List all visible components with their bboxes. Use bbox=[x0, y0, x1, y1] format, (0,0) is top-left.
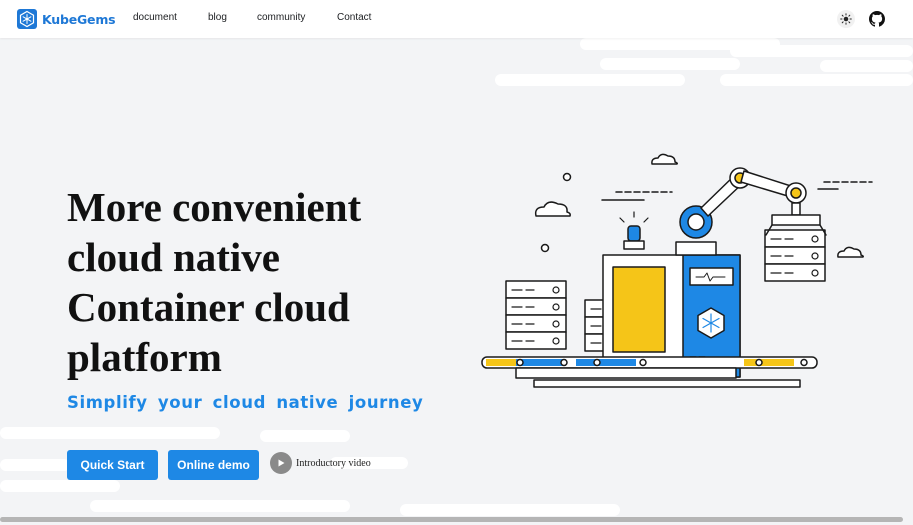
cloud-strip bbox=[720, 74, 913, 86]
cloud-icon bbox=[534, 201, 571, 217]
nav-link-contact[interactable]: Contact bbox=[337, 12, 371, 23]
kubegems-logo-icon bbox=[17, 9, 37, 29]
hero-title-line: Container cloud bbox=[67, 284, 350, 330]
cloud-icon bbox=[651, 153, 678, 165]
online-demo-button[interactable]: Online demo bbox=[168, 450, 259, 480]
cloud-strip bbox=[495, 74, 685, 86]
cloud-strip bbox=[600, 58, 740, 70]
introductory-video-link[interactable]: Introductory video bbox=[270, 452, 371, 474]
nav-link-blog[interactable]: blog bbox=[208, 12, 227, 23]
play-icon bbox=[270, 452, 292, 474]
cloud-icon bbox=[837, 246, 864, 258]
cloud-strip bbox=[400, 504, 620, 516]
hero-title-line: cloud native bbox=[67, 234, 280, 280]
cloud-strip bbox=[730, 45, 913, 57]
quick-start-button[interactable]: Quick Start bbox=[67, 450, 158, 480]
cloud-strip bbox=[90, 500, 350, 512]
cloud-strip bbox=[260, 430, 350, 442]
hero-subtitle: Simplify your cloud native journey bbox=[67, 393, 424, 412]
cloud-strip bbox=[0, 459, 70, 471]
video-link-label: Introductory video bbox=[296, 457, 371, 469]
nav-link-community[interactable]: community bbox=[257, 12, 305, 23]
cloud-strip bbox=[0, 480, 120, 492]
github-icon[interactable] bbox=[868, 10, 886, 28]
sun-icon[interactable] bbox=[837, 10, 855, 28]
hero-title: More convenient cloud native Container c… bbox=[67, 182, 457, 382]
hero-title-line: More convenient bbox=[67, 184, 362, 230]
nav-link-document[interactable]: document bbox=[133, 12, 177, 23]
horizontal-scrollbar[interactable] bbox=[0, 517, 903, 522]
container-factory-illustration bbox=[481, 153, 873, 388]
brand-name: KubeGems bbox=[42, 11, 116, 27]
top-navbar: KubeGems document blog community Contact bbox=[0, 0, 913, 38]
cloud-strip bbox=[820, 60, 913, 72]
brand-link[interactable]: KubeGems bbox=[16, 8, 116, 30]
cloud-strip bbox=[0, 427, 220, 439]
hero-title-line: platform bbox=[67, 334, 222, 380]
